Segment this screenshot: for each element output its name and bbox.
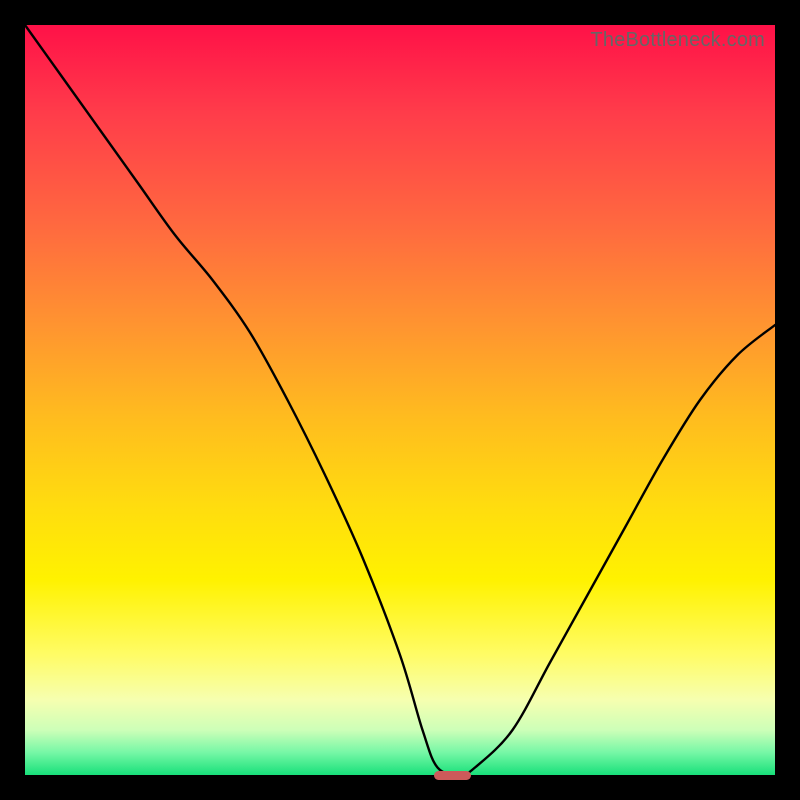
curve-path — [25, 25, 775, 775]
plot-area: TheBottleneck.com — [25, 25, 775, 775]
watermark-text: TheBottleneck.com — [590, 29, 765, 52]
min-marker-pill — [434, 771, 472, 780]
chart-frame: TheBottleneck.com — [0, 0, 800, 800]
bottleneck-curve — [25, 25, 775, 775]
